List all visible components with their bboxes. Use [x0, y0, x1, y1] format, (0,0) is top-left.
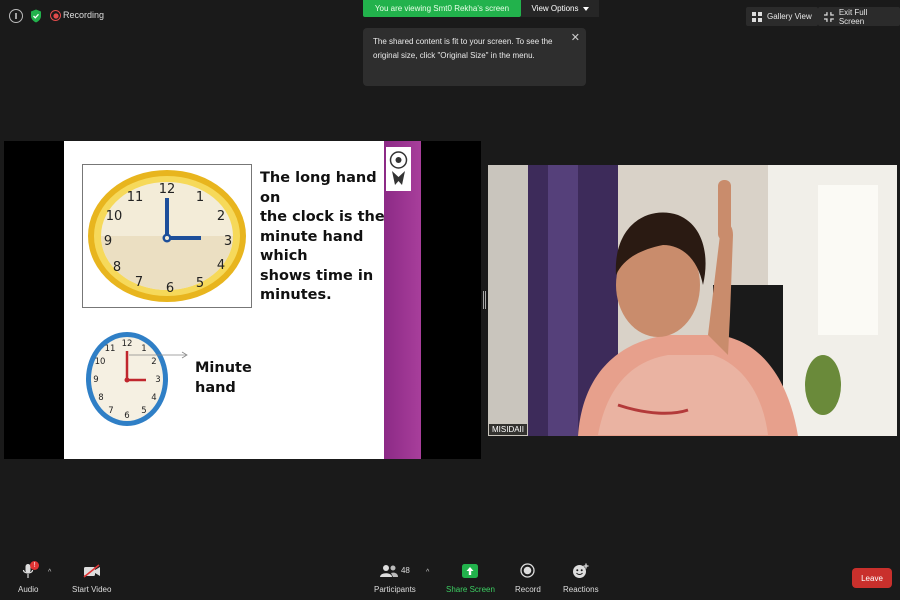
- smiley-add-icon: [573, 563, 589, 578]
- slide-text-line: the clock is the: [260, 209, 385, 225]
- recording-icon[interactable]: [50, 10, 61, 21]
- participants-label: Participants: [374, 585, 416, 594]
- minute-label-line: hand: [195, 379, 236, 396]
- clock-number-3: 3: [224, 234, 232, 249]
- clock-number-9: 9: [104, 234, 112, 249]
- tooltip-line-1: The shared content is fit to your screen…: [373, 37, 553, 46]
- large-clock-image: 12 1 2 3 4 5 6 7 8 9 10 11: [88, 170, 246, 302]
- viewing-banner: You are viewing Smt0 Rekha's screen: [363, 0, 521, 17]
- small-clock-number-3: 3: [155, 375, 160, 385]
- participants-icon: [379, 564, 398, 577]
- leave-button[interactable]: Leave: [852, 568, 892, 588]
- small-clock-number-7: 7: [108, 406, 113, 416]
- small-clock-number-11: 11: [105, 344, 116, 354]
- fit-to-screen-tooltip: The shared content is fit to your screen…: [363, 28, 586, 86]
- record-label: Record: [515, 585, 541, 594]
- share-screen-icon: [462, 563, 479, 578]
- large-clock-frame: 12 1 2 3 4 5 6 7 8 9 10 11: [82, 164, 252, 308]
- panel-resize-handle[interactable]: [483, 291, 486, 309]
- exit-full-screen-label: Exit Full Screen: [838, 7, 868, 26]
- meeting-toolbar: ! Audio ^ Start Video 48 Participants ^ …: [0, 556, 900, 600]
- start-video-button[interactable]: Start Video: [72, 562, 111, 594]
- presentation-slide: 12 1 2 3 4 5 6 7 8 9 10 11 The long hand…: [64, 141, 421, 459]
- close-icon[interactable]: ✕: [571, 31, 580, 45]
- clock-number-7: 7: [135, 275, 143, 290]
- small-clock-number-9: 9: [93, 375, 98, 385]
- small-clock-number-12: 12: [122, 339, 133, 349]
- audio-options-caret-icon[interactable]: ^: [48, 569, 51, 576]
- grid-icon: [752, 11, 762, 22]
- meeting-info-icon[interactable]: [9, 9, 23, 23]
- small-clock-number-4: 4: [151, 393, 156, 403]
- school-logo: [386, 147, 411, 191]
- audio-warning-badge: !: [30, 561, 40, 570]
- reactions-button[interactable]: Reactions: [563, 562, 599, 594]
- small-clock-number-1: 1: [141, 344, 146, 354]
- share-screen-button[interactable]: Share Screen: [446, 562, 495, 594]
- exit-full-screen-button[interactable]: Exit Full Screen: [818, 7, 900, 26]
- audio-button[interactable]: ! Audio: [18, 561, 40, 594]
- shared-screen[interactable]: 12 1 2 3 4 5 6 7 8 9 10 11 The long hand…: [4, 141, 481, 459]
- small-clock-number-8: 8: [98, 393, 103, 403]
- participants-button[interactable]: 48 Participants: [374, 562, 416, 594]
- view-options-label: View Options: [531, 4, 579, 13]
- clock-number-6: 6: [166, 281, 174, 296]
- minute-hand-label: Minute hand: [195, 359, 265, 398]
- participant-name-tag: MISIDAII: [489, 424, 528, 435]
- view-options-button[interactable]: View Options: [521, 0, 599, 17]
- small-clock-image: 12 1 2 3 4 5 6 7 8 9 10 11: [86, 332, 188, 426]
- video-off-icon: [83, 563, 100, 578]
- exit-full-screen-icon: [824, 11, 834, 22]
- clock-number-2: 2: [217, 209, 225, 224]
- clock-number-12: 12: [159, 182, 176, 197]
- clock-number-4: 4: [217, 258, 225, 273]
- slide-text-line: The long hand on: [260, 170, 377, 206]
- small-clock-number-6: 6: [124, 411, 129, 421]
- clock-number-5: 5: [196, 276, 204, 291]
- participants-count: 48: [400, 566, 410, 575]
- reactions-label: Reactions: [563, 585, 599, 594]
- zoom-meeting-window: Recording You are viewing Smt0 Rekha's s…: [0, 0, 900, 600]
- record-button[interactable]: Record: [515, 562, 541, 594]
- participant-video-frame: [488, 165, 897, 436]
- gallery-view-label: Gallery View: [767, 12, 812, 21]
- record-icon: [520, 563, 536, 578]
- clock-number-1: 1: [196, 190, 204, 205]
- share-screen-label: Share Screen: [446, 585, 495, 594]
- start-video-label: Start Video: [72, 585, 112, 594]
- participants-options-caret-icon[interactable]: ^: [426, 569, 429, 576]
- clock-number-11: 11: [127, 190, 144, 205]
- encryption-shield-icon[interactable]: [29, 9, 43, 23]
- slide-text-line: shows time in: [260, 267, 374, 284]
- slide-text-line: minutes.: [260, 287, 332, 303]
- audio-label: Audio: [18, 585, 39, 594]
- small-clock-number-5: 5: [141, 406, 146, 416]
- chevron-down-icon: [582, 6, 589, 11]
- leave-label: Leave: [861, 573, 883, 583]
- viewing-banner-text: You are viewing Smt0 Rekha's screen: [374, 4, 510, 13]
- participant-video[interactable]: MISIDAII: [488, 165, 897, 436]
- small-clock-number-10: 10: [95, 357, 106, 367]
- clock-number-8: 8: [113, 260, 121, 275]
- slide-text-line: minute hand which: [260, 228, 364, 265]
- tooltip-line-2: original size, click "Original Size" in …: [373, 51, 535, 60]
- gallery-view-button[interactable]: Gallery View: [746, 7, 818, 26]
- recording-label: Recording: [63, 10, 105, 20]
- clock-number-10: 10: [106, 209, 123, 224]
- minute-label-line: Minute: [195, 360, 252, 376]
- small-clock-number-2: 2: [151, 357, 156, 367]
- slide-description: The long hand on the clock is the minute…: [260, 169, 390, 306]
